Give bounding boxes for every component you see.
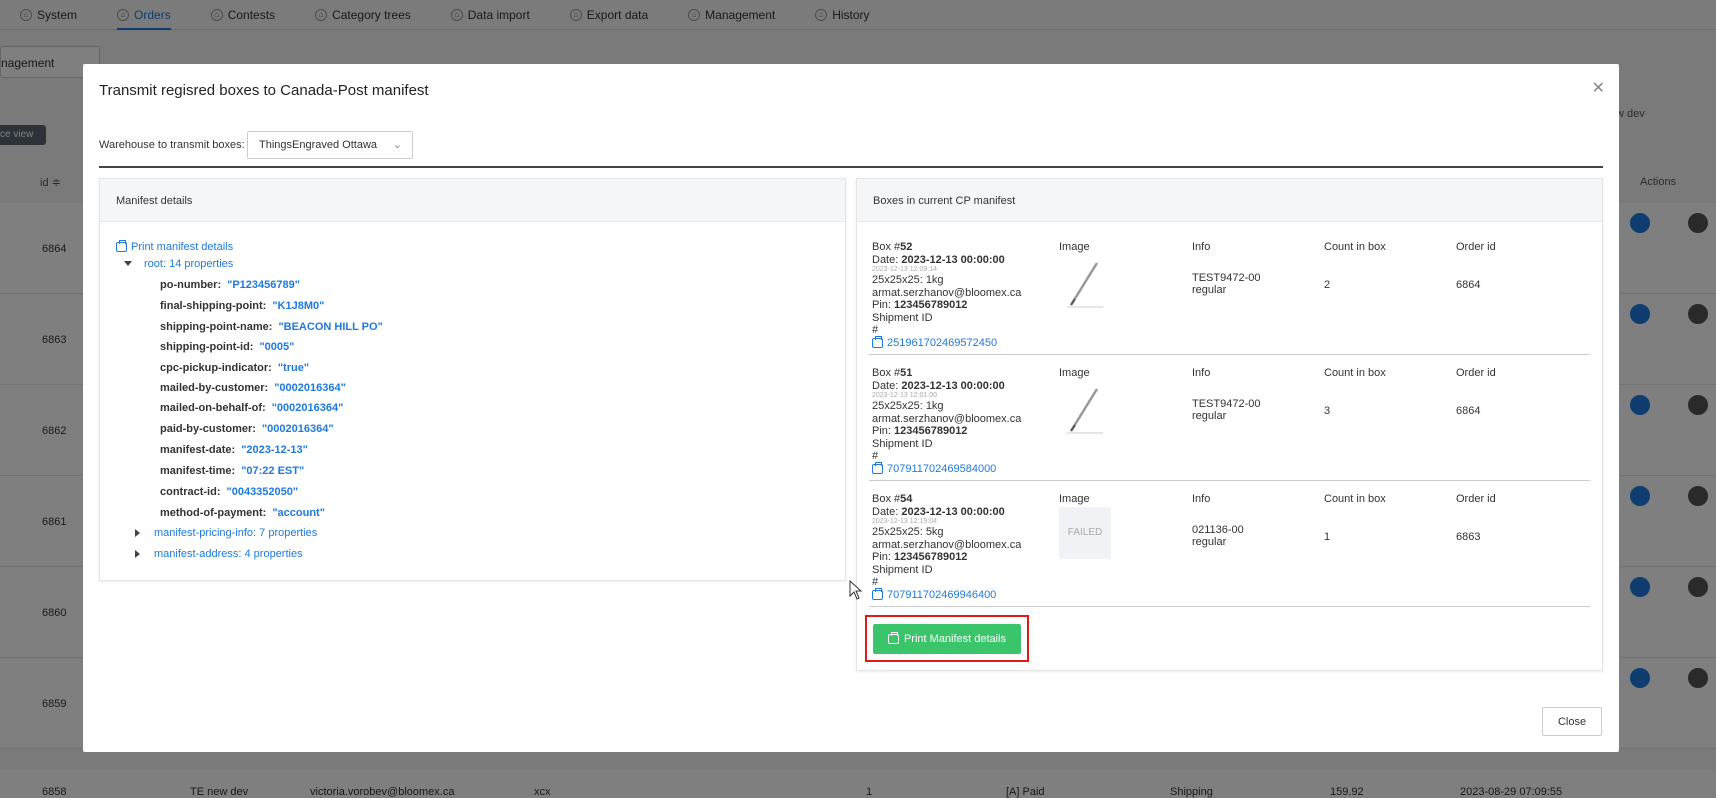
root-key: root: [144, 258, 167, 270]
json-root-node[interactable]: root: 14 properties [124, 258, 233, 270]
product-image [1067, 388, 1103, 434]
json-property: method-of-payment: "account" [160, 507, 325, 519]
mouse-cursor-icon [849, 580, 863, 600]
panel-title: Boxes in current CP manifest [857, 179, 1602, 222]
image-column-header: Image [1059, 367, 1090, 379]
failed-image-placeholder: FAILED [1059, 507, 1111, 559]
json-node-manifest-address[interactable]: manifest-address: 4 properties [135, 548, 303, 560]
warehouse-label: Warehouse to transmit boxes: [99, 139, 245, 151]
print-link-label: Print manifest details [131, 241, 234, 253]
box-count: 1 [1324, 531, 1331, 543]
image-column-header: Image [1059, 493, 1090, 505]
caret-right-icon[interactable] [135, 529, 140, 537]
json-property: manifest-date: "2023-12-13" [160, 444, 308, 456]
order-column-header: Order id [1456, 241, 1496, 253]
print-manifest-button[interactable]: Print Manifest details [873, 624, 1021, 654]
caret-down-icon[interactable] [124, 261, 132, 266]
manifest-modal: Transmit regisred boxes to Canada-Post m… [83, 64, 1619, 752]
close-button[interactable]: Close [1542, 707, 1602, 736]
modal-title: Transmit regisred boxes to Canada-Post m… [99, 82, 429, 99]
tracking-link[interactable]: 707911702469946400 [872, 587, 1021, 602]
printer-icon [872, 461, 883, 474]
order-column-header: Order id [1456, 493, 1496, 505]
json-property: shipping-point-name: "BEACON HILL PO" [160, 321, 383, 333]
count-column-header: Count in box [1324, 367, 1386, 379]
box-info: 021136-00 regular [1192, 524, 1244, 548]
box-row: Box #51 Date: 2023-12-13 00:00:00 2023-1… [869, 355, 1590, 481]
warehouse-select-value: ThingsEngraved Ottawa [259, 139, 378, 151]
json-node-pricing-info[interactable]: manifest-pricing-info: 7 properties [135, 527, 317, 539]
boxes-panel: Boxes in current CP manifest Box #52 Dat… [856, 178, 1603, 671]
box-info: TEST9472-00 regular [1192, 272, 1261, 296]
product-image [1067, 262, 1103, 308]
box-order-id: 6864 [1456, 279, 1481, 291]
warehouse-select[interactable]: ThingsEngraved Ottawa ⌄ [247, 131, 413, 159]
json-property: mailed-on-behalf-of: "0002016364" [160, 402, 344, 414]
manifest-details-panel: Manifest details Print manifest details … [99, 178, 846, 581]
printer-icon [887, 632, 899, 644]
box-info: TEST9472-00 regular [1192, 398, 1261, 422]
json-property: shipping-point-id: "0005" [160, 341, 295, 353]
image-column-header: Image [1059, 241, 1090, 253]
close-icon[interactable]: ✕ [1592, 78, 1605, 98]
box-count: 2 [1324, 279, 1331, 291]
box-row: Box #54 Date: 2023-12-13 00:00:00 2023-1… [869, 481, 1590, 607]
json-property: cpc-pickup-indicator: "true" [160, 362, 310, 374]
box-order-id: 6863 [1456, 531, 1481, 543]
chevron-down-icon: ⌄ [392, 139, 402, 151]
box-details: Box #52 Date: 2023-12-13 00:00:00 2023-1… [872, 241, 1022, 350]
box-row: Box #52 Date: 2023-12-13 00:00:00 2023-1… [869, 229, 1590, 355]
printer-icon [872, 587, 883, 600]
json-property: final-shipping-point: "K1J8M0" [160, 300, 325, 312]
order-column-header: Order id [1456, 367, 1496, 379]
print-manifest-link[interactable]: Print manifest details [116, 240, 234, 253]
box-details: Box #54 Date: 2023-12-13 00:00:00 2023-1… [872, 493, 1022, 602]
info-column-header: Info [1192, 493, 1211, 505]
json-property: mailed-by-customer: "0002016364" [160, 382, 346, 394]
printer-icon [872, 335, 883, 348]
printer-icon [116, 240, 127, 252]
json-property: po-number: "P123456789" [160, 279, 300, 291]
box-details: Box #51 Date: 2023-12-13 00:00:00 2023-1… [872, 367, 1022, 476]
caret-right-icon[interactable] [135, 550, 140, 558]
json-property: contract-id: "0043352050" [160, 486, 299, 498]
count-column-header: Count in box [1324, 241, 1386, 253]
root-count: 14 properties [169, 258, 234, 270]
info-column-header: Info [1192, 241, 1211, 253]
count-column-header: Count in box [1324, 493, 1386, 505]
box-count: 3 [1324, 405, 1331, 417]
tracking-link[interactable]: 251961702469572450 [872, 335, 1021, 350]
info-column-header: Info [1192, 367, 1211, 379]
json-property: paid-by-customer: "0002016364" [160, 423, 334, 435]
panel-title: Manifest details [100, 179, 845, 222]
divider [99, 166, 1603, 168]
tracking-link[interactable]: 707911702469584000 [872, 461, 1021, 476]
box-order-id: 6864 [1456, 405, 1481, 417]
json-property: manifest-time: "07:22 EST" [160, 465, 305, 477]
